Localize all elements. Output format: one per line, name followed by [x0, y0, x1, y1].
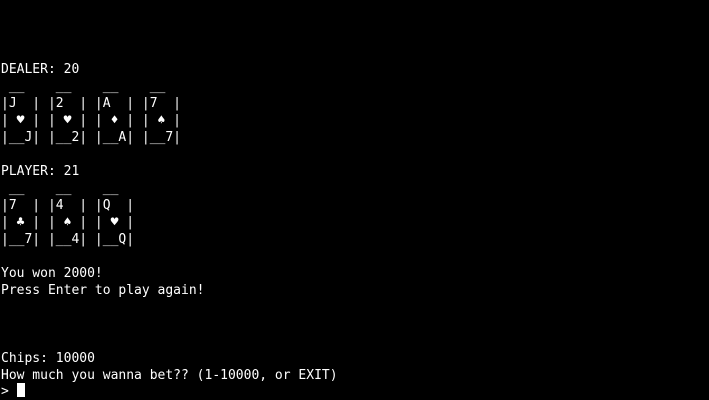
dealer-score: DEALER: 20 — [1, 62, 80, 77]
dealer-cards-bottom: |__J| |__2| |__A| |__7| — [1, 130, 182, 145]
bet-prompt: How much you wanna bet?? (1-10000, or EX… — [1, 368, 338, 383]
text-cursor — [16, 383, 25, 397]
player-score: PLAYER: 21 — [1, 164, 80, 179]
dealer-cards-suit: | ♥ | | ♥ | | ♦ | | ♠ | — [1, 113, 182, 128]
player-cards-top: __ __ __ — [1, 181, 119, 196]
prompt-symbol: > — [1, 384, 9, 399]
result-message: You won 2000! — [1, 266, 103, 281]
play-again-prompt: Press Enter to play again! — [1, 283, 205, 298]
dealer-cards-top: __ __ __ __ — [1, 79, 166, 94]
command-input-line[interactable]: > — [1, 383, 25, 400]
player-cards-rank: |7 | |4 | |Q | — [1, 198, 135, 213]
player-cards-suit: | ♣ | | ♠ | | ♥ | — [1, 215, 135, 230]
chips-count: Chips: 10000 — [1, 351, 95, 366]
player-cards-bottom: |__7| |__4| |__Q| — [1, 232, 135, 247]
dealer-cards-rank: |J | |2 | |A | |7 | — [1, 96, 182, 111]
